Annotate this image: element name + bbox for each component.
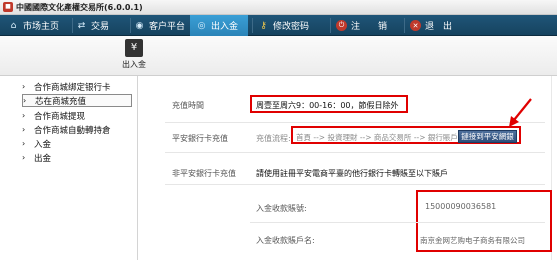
sidebar-item-withdraw[interactable]: › 出金 xyxy=(22,151,132,164)
row-divider xyxy=(165,152,545,153)
toolbar: ¥ 出入金 xyxy=(0,36,557,76)
logout-icon: ⏻ xyxy=(336,20,347,31)
chevron-right-icon: › xyxy=(22,111,26,120)
menu-item-label: 退 出 xyxy=(425,22,453,32)
chevron-right-icon: › xyxy=(22,82,26,91)
menu-divider xyxy=(330,18,331,33)
menu-item-label: 客户平台 xyxy=(149,22,186,32)
chevron-right-icon: › xyxy=(22,139,26,148)
recharge-time-label: 充值時間 xyxy=(172,101,204,110)
sidebar-item-deposit[interactable]: › 入金 xyxy=(22,137,132,150)
chevron-right-icon: › xyxy=(22,153,26,162)
sidebar: › 合作商城绑定银行卡 › 芯在商城充值 › 合作商城提现 › 合作商城自動轉持… xyxy=(0,76,138,260)
menu-item-exit[interactable]: ✕ 退 出 xyxy=(410,15,460,36)
sidebar-item-label: 出金 xyxy=(34,153,52,164)
window-title: 中國國際文化產權交易所(6.0.0.1) xyxy=(16,3,143,12)
menu-divider xyxy=(252,18,253,33)
menu-item-market-home[interactable]: ⌂ 市场主页 xyxy=(8,15,68,36)
exit-icon: ✕ xyxy=(410,20,421,31)
tool-button-label: 出入金 xyxy=(122,60,146,69)
sidebar-item-mall-withdraw[interactable]: › 合作商城提现 xyxy=(22,109,132,122)
menu-item-label: 出入金 xyxy=(211,22,239,32)
menu-item-label: 交易 xyxy=(91,22,110,32)
main-menu-bar: ⌂ 市场主页 ⇄ 交易 ◉ 客户平台 ◎ 出入金 ⚷ 修改密码 ⏻ 注 销 ✕ … xyxy=(0,15,557,36)
sidebar-item-label: 合作商城自動轉持倉 xyxy=(34,125,111,136)
sidebar-item-label: 芯在商城充值 xyxy=(35,96,87,107)
annotation-arrow-shaft xyxy=(513,98,532,121)
transfer-icon: ◎ xyxy=(197,20,206,31)
recharge-flow-label: 充值流程: xyxy=(256,134,291,143)
row-divider xyxy=(250,222,545,223)
client-icon: ◉ xyxy=(135,20,144,31)
menu-divider xyxy=(72,18,73,33)
key-icon: ⚷ xyxy=(260,20,267,31)
row-divider xyxy=(165,184,545,185)
menu-item-change-password[interactable]: ⚷ 修改密码 xyxy=(258,15,328,36)
app-logo-icon: ■ xyxy=(3,2,13,12)
sidebar-item-label: 合作商城提现 xyxy=(34,111,86,122)
menu-item-label: 修改密码 xyxy=(273,22,310,32)
menu-item-trade[interactable]: ⇄ 交易 xyxy=(76,15,126,36)
title-bar: ■ 中國國際文化產權交易所(6.0.0.1) xyxy=(0,0,557,15)
sidebar-item-bind-bank-card[interactable]: › 合作商城绑定银行卡 xyxy=(22,80,132,93)
menu-item-client-platform[interactable]: ◉ 客户平台 xyxy=(134,15,188,36)
chevron-right-icon: › xyxy=(23,96,27,105)
home-icon: ⌂ xyxy=(10,20,17,31)
sidebar-item-label: 合作商城绑定银行卡 xyxy=(34,82,111,93)
non-pingan-card-recharge-label: 非平安銀行卡充值 xyxy=(172,169,236,178)
sidebar-item-label: 入金 xyxy=(34,139,52,150)
menu-item-label: 市场主页 xyxy=(23,22,60,32)
account-name-label: 入金收款賬戶名: xyxy=(256,236,315,245)
menu-divider xyxy=(130,18,131,33)
money-transfer-icon: ¥ xyxy=(125,39,143,57)
menu-item-logout[interactable]: ⏻ 注 销 xyxy=(336,15,406,36)
row-divider xyxy=(165,122,545,123)
pingan-card-recharge-label: 平安銀行卡充值 xyxy=(172,134,228,143)
menu-divider xyxy=(404,18,405,33)
menu-item-deposit-withdraw[interactable]: ◎ 出入金 xyxy=(190,15,248,36)
trade-icon: ⇄ xyxy=(77,20,86,31)
sidebar-item-mall-recharge[interactable]: › 芯在商城充值 xyxy=(22,94,132,107)
deposit-withdraw-tool-button[interactable]: ¥ 出入金 xyxy=(117,38,151,74)
pingan-online-bank-button[interactable]: 鏈接到平安網銀 xyxy=(458,130,517,143)
menu-item-label: 注 销 xyxy=(351,22,388,32)
account-name-value: 南京金网艺购电子商务有限公司 xyxy=(420,236,525,245)
chevron-right-icon: › xyxy=(22,125,26,134)
non-pingan-transfer-note: 請使用註冊平安電商平臺的他行銀行卡轉賬至以下賬戶 xyxy=(256,169,448,178)
account-number-value: 15000090036581 xyxy=(425,202,497,211)
sidebar-item-auto-transfer-position[interactable]: › 合作商城自動轉持倉 xyxy=(22,123,132,136)
account-number-label: 入金收款賬號: xyxy=(256,204,307,213)
recharge-time-value: 周壹至周六9：00-16：00，節假日除外 xyxy=(256,101,399,110)
